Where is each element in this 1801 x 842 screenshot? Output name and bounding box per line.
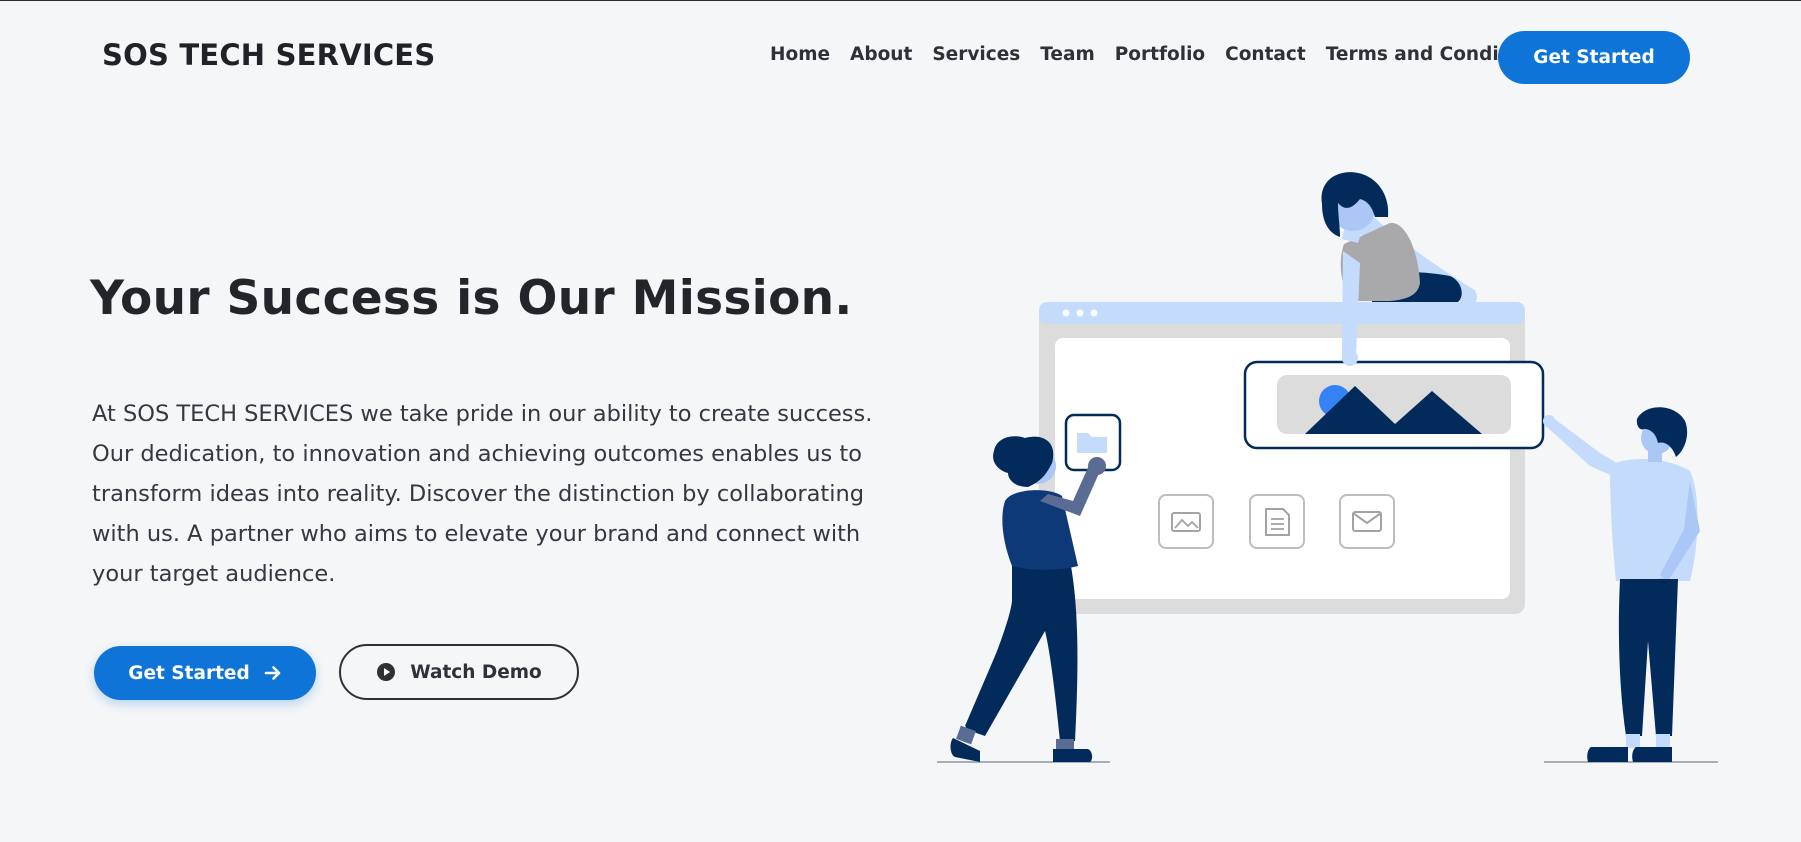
hero-illustration <box>937 172 1718 763</box>
